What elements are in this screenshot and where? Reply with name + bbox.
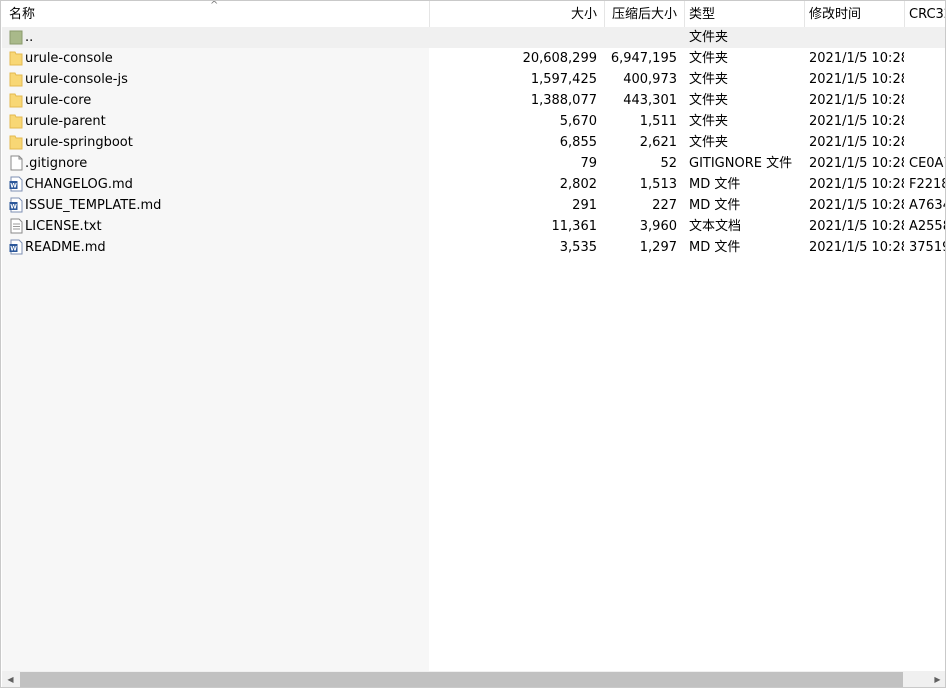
packed-size: 52 bbox=[660, 156, 677, 171]
file-name: urule-parent bbox=[25, 114, 106, 129]
scroll-right-arrow-icon[interactable]: ▶ bbox=[929, 671, 945, 687]
table-row[interactable]: W CHANGELOG.md 2,802 1,513 MD 文件 2021/1/5 10:… bbox=[2, 174, 946, 195]
file-size: 5,670 bbox=[559, 114, 597, 129]
table-row[interactable]: .gitignore 79 52 GITIGNORE 文件 2021/1/5 10:28… bbox=[2, 153, 945, 174]
crc32-value: CE0A7 bbox=[909, 156, 945, 171]
file-list-view: 名称 ^ 大小 压缩后大小 类型 修改时间 CRC32 ..文件夹urule-c… bbox=[0, 0, 946, 688]
file-type: MD 文件 bbox=[689, 177, 741, 192]
scrollbar-thumb[interactable] bbox=[20, 672, 903, 687]
crc32-value: A7634 bbox=[909, 198, 945, 213]
crc32-value bbox=[904, 111, 945, 132]
crc32-value: F2218 bbox=[909, 177, 946, 192]
column-header-bar: 名称 ^ 大小 压缩后大小 类型 修改时间 CRC32 bbox=[2, 0, 945, 28]
table-row[interactable]: urule-parent 5,670 1,511 文件夹 2021/1/5 10:28 bbox=[2, 111, 945, 132]
packed-size: 1,511 bbox=[639, 114, 677, 129]
packed-size: 400,973 bbox=[623, 72, 677, 87]
modified-time: 2021/1/5 10:28 bbox=[809, 93, 904, 108]
table-row[interactable]: W README.md 3,535 1,297 MD 文件 2021/1/5 10:28 3… bbox=[2, 237, 945, 258]
table-row[interactable]: W ISSUE_TEMPLATE.md 291 227 MD 文件 2021/1/5 10… bbox=[2, 195, 945, 216]
file-type: MD 文件 bbox=[689, 198, 741, 213]
file-name: urule-console bbox=[25, 51, 113, 66]
modified-time: 2021/1/5 10:28 bbox=[809, 135, 904, 150]
file-type: MD 文件 bbox=[689, 240, 741, 255]
table-row[interactable]: LICENSE.txt 11,361 3,960 文本文档 2021/1/5 10:28… bbox=[2, 216, 945, 237]
file-type: 文件夹 bbox=[689, 51, 729, 66]
crc32-value bbox=[904, 90, 945, 111]
crc32-value bbox=[904, 27, 945, 48]
packed-size: 1,297 bbox=[639, 240, 677, 255]
crc32-value: 37519 bbox=[909, 240, 945, 255]
file-name: CHANGELOG.md bbox=[25, 177, 133, 192]
crc32-value: A2558 bbox=[909, 219, 945, 234]
crc32-value bbox=[904, 69, 945, 90]
file-size: 291 bbox=[572, 198, 597, 213]
file-size: 6,855 bbox=[559, 135, 597, 150]
file-type: 文件夹 bbox=[689, 135, 729, 150]
column-header-type[interactable]: 类型 bbox=[684, 1, 804, 27]
modified-time: 2021/1/5 10:28 bbox=[809, 177, 904, 192]
crc32-value bbox=[904, 48, 945, 69]
packed-size: 3,960 bbox=[639, 219, 677, 234]
crc32-value bbox=[904, 132, 945, 153]
modified-time bbox=[804, 27, 904, 48]
packed-size: 2,621 bbox=[639, 135, 677, 150]
file-size: 1,388,077 bbox=[530, 93, 597, 108]
file-type: 文件夹 bbox=[689, 72, 729, 87]
packed-size: 1,513 bbox=[639, 177, 677, 192]
file-type: 文件夹 bbox=[689, 93, 729, 108]
file-size: 11,361 bbox=[551, 219, 598, 234]
modified-time: 2021/1/5 10:28 bbox=[809, 240, 904, 255]
file-name: .. bbox=[25, 30, 34, 45]
scroll-left-arrow-icon[interactable]: ◀ bbox=[2, 671, 19, 687]
table-row[interactable]: urule-springboot 6,855 2,621 文件夹 2021/1/5 10… bbox=[2, 132, 945, 153]
packed-size bbox=[604, 27, 684, 48]
file-type: 文件夹 bbox=[689, 30, 729, 45]
column-header-size[interactable]: 大小 bbox=[429, 1, 604, 27]
modified-time: 2021/1/5 10:28 bbox=[809, 114, 904, 129]
modified-time: 2021/1/5 10:28 bbox=[809, 219, 904, 234]
file-list: .. 文件夹 urule-console 20,608,299 6,947,195 文件夹… bbox=[2, 27, 946, 258]
file-name: ISSUE_TEMPLATE.md bbox=[25, 198, 162, 213]
table-row[interactable]: urule-console 20,608,299 6,947,195 文件夹 2021/… bbox=[2, 48, 945, 69]
packed-size: 6,947,195 bbox=[610, 51, 677, 66]
modified-time: 2021/1/5 10:28 bbox=[809, 156, 904, 171]
file-name: urule-console-js bbox=[25, 72, 128, 87]
column-header-modified[interactable]: 修改时间 bbox=[804, 1, 904, 27]
modified-time: 2021/1/5 10:28 bbox=[809, 51, 904, 66]
sort-ascending-icon: ^ bbox=[210, 0, 219, 11]
file-name: .gitignore bbox=[25, 156, 88, 171]
file-name: urule-core bbox=[25, 93, 92, 108]
file-size bbox=[429, 27, 604, 48]
file-type: 文件夹 bbox=[689, 114, 729, 129]
modified-time: 2021/1/5 10:28 bbox=[809, 72, 904, 87]
column-header-crc32[interactable]: CRC32 bbox=[904, 1, 945, 27]
file-name: LICENSE.txt bbox=[25, 219, 102, 234]
file-type: 文本文档 bbox=[689, 219, 742, 234]
file-name: urule-springboot bbox=[25, 135, 133, 150]
modified-time: 2021/1/5 10:28 bbox=[809, 198, 904, 213]
parent-directory-row[interactable]: .. 文件夹 bbox=[2, 27, 945, 48]
file-size: 1,597,425 bbox=[530, 72, 597, 87]
packed-size: 227 bbox=[652, 198, 677, 213]
file-name: README.md bbox=[25, 240, 106, 255]
table-row[interactable]: urule-core 1,388,077 443,301 文件夹 2021/1/5 10… bbox=[2, 90, 945, 111]
file-type: GITIGNORE 文件 bbox=[689, 156, 793, 171]
file-size: 3,535 bbox=[559, 240, 597, 255]
file-size: 2,802 bbox=[559, 177, 597, 192]
packed-size: 443,301 bbox=[623, 93, 677, 108]
file-size: 79 bbox=[580, 156, 597, 171]
table-row[interactable]: urule-console-js 1,597,425 400,973 文件夹 2021/… bbox=[2, 69, 945, 90]
horizontal-scrollbar[interactable]: ◀ ▶ bbox=[2, 671, 945, 687]
file-size: 20,608,299 bbox=[522, 51, 597, 66]
column-header-packed-size[interactable]: 压缩后大小 bbox=[604, 1, 684, 27]
